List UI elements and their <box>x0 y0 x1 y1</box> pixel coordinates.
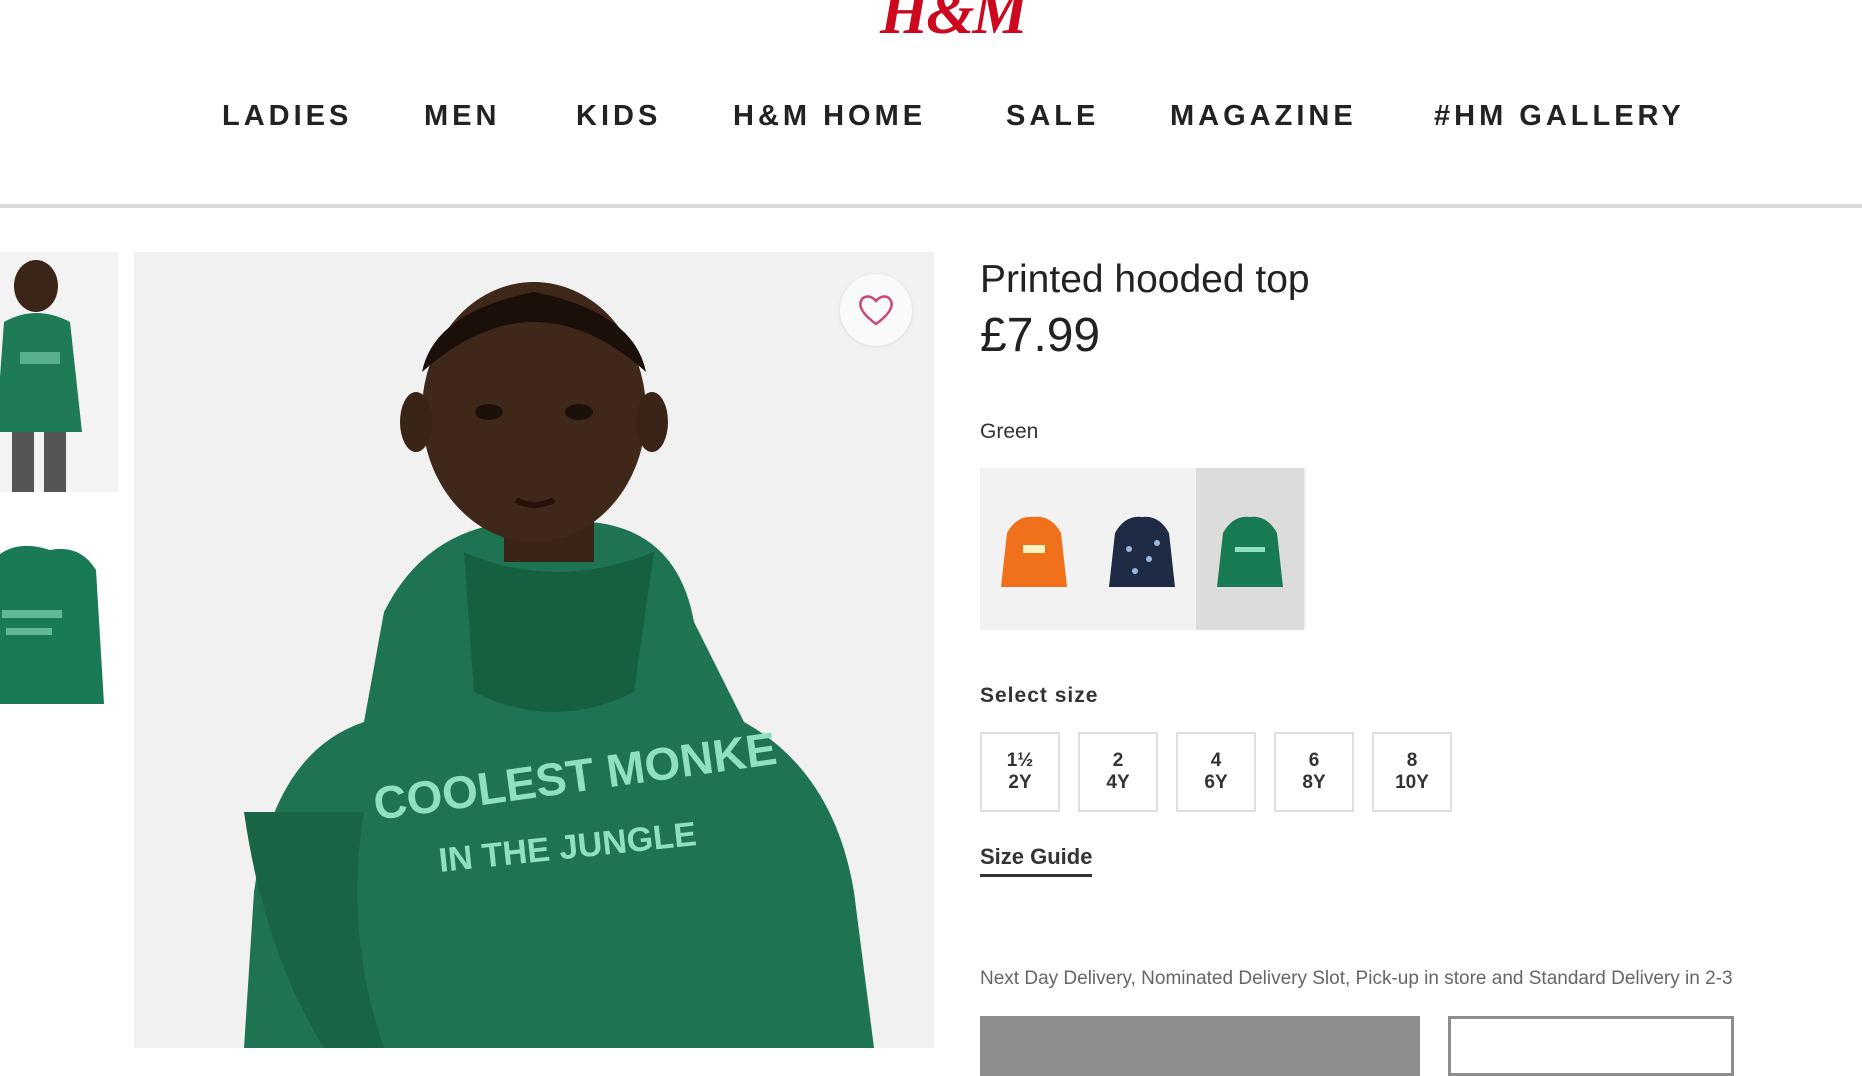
thumbnail-model-image <box>0 252 118 492</box>
selected-color-label: Green <box>980 420 1039 443</box>
nav-item-kids[interactable]: KIDS <box>576 100 661 133</box>
navy-hoodie-icon <box>1109 516 1175 587</box>
size-option-4-6y[interactable]: 4 6Y <box>1176 732 1256 812</box>
model-wearing-hoodie-image: COOLEST MONKE IN THE JUNGLE <box>134 252 934 1048</box>
size-option-line1: 2 <box>1112 750 1124 771</box>
size-option-line1: 4 <box>1210 750 1222 771</box>
nav-item-magazine[interactable]: MAGAZINE <box>1170 100 1357 133</box>
orange-hoodie-icon <box>1001 516 1067 587</box>
size-guide-link[interactable]: Size Guide <box>980 844 1093 877</box>
main-product-image[interactable]: COOLEST MONKE IN THE JUNGLE <box>134 252 934 1048</box>
thumbnail-hoodie-image <box>0 545 104 704</box>
size-option-line1: 1½ <box>1006 750 1034 771</box>
product-price: £7.99 <box>980 309 1101 362</box>
find-in-store-button[interactable] <box>1448 1016 1734 1076</box>
size-option-line1: 6 <box>1308 750 1320 771</box>
size-option-1-2y[interactable]: 1½ 2Y <box>980 732 1060 812</box>
brand-logo[interactable]: H&M <box>880 0 1028 49</box>
nav-item-hm-home[interactable]: H&M HOME <box>733 100 926 133</box>
size-option-2-4y[interactable]: 2 4Y <box>1078 732 1158 812</box>
nav-item-ladies[interactable]: LADIES <box>222 100 352 133</box>
size-option-line2: 2Y <box>1008 772 1032 793</box>
nav-divider <box>0 204 1862 208</box>
color-swatch-orange[interactable] <box>980 468 1088 630</box>
size-option-8-10y[interactable]: 8 10Y <box>1372 732 1452 812</box>
green-hoodie-icon <box>1217 516 1283 587</box>
add-to-bag-button[interactable] <box>980 1016 1420 1076</box>
delivery-info-text: Next Day Delivery, Nominated Delivery Sl… <box>980 968 1733 989</box>
size-option-line2: 6Y <box>1204 772 1228 793</box>
heart-outline-icon <box>859 295 893 326</box>
nav-item-hm-gallery[interactable]: #HM GALLERY <box>1434 100 1685 133</box>
size-option-line1: 8 <box>1406 750 1418 771</box>
product-thumbnail-2[interactable] <box>0 540 118 710</box>
nav-item-men[interactable]: MEN <box>424 100 500 133</box>
nav-item-sale[interactable]: SALE <box>1006 100 1099 133</box>
size-option-line2: 4Y <box>1106 772 1130 793</box>
select-size-label: Select size <box>980 684 1099 707</box>
main-navigation: LADIES MEN KIDS H&M HOME SALE MAGAZINE #… <box>0 100 1862 144</box>
product-title: Printed hooded top <box>980 258 1310 301</box>
color-swatch-navy[interactable] <box>1088 468 1196 630</box>
size-option-line2: 10Y <box>1395 772 1429 793</box>
product-thumbnail-1[interactable] <box>0 252 118 492</box>
color-swatch-green[interactable] <box>1196 468 1304 630</box>
size-option-6-8y[interactable]: 6 8Y <box>1274 732 1354 812</box>
size-option-line2: 8Y <box>1302 772 1326 793</box>
add-to-favorites-button[interactable] <box>840 274 912 346</box>
color-swatch-group <box>980 468 1306 630</box>
